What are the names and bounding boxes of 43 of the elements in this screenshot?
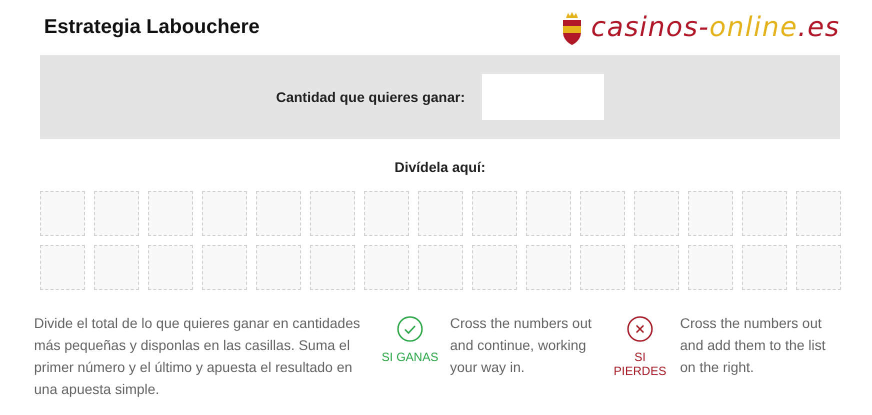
number-input[interactable] <box>202 245 247 290</box>
instructions-text: Divide el total de lo que quieres ganar en cantidades más pequeñas y disponlas en las casillas. Suma el primer número y el último y apuesta el resultado en una apuesta simple. <box>34 314 362 399</box>
split-label: Divídela aquí: <box>394 159 486 175</box>
number-input[interactable] <box>148 191 193 236</box>
number-input[interactable] <box>418 245 463 290</box>
number-input[interactable] <box>742 245 787 290</box>
shield-icon <box>560 10 583 46</box>
number-input[interactable] <box>256 245 301 290</box>
number-input[interactable] <box>472 191 517 236</box>
logo-text: casinos-online.es <box>590 12 840 43</box>
number-input[interactable] <box>688 191 733 236</box>
number-input[interactable] <box>364 191 409 236</box>
number-input[interactable] <box>796 191 841 236</box>
number-input[interactable] <box>742 191 787 236</box>
page-title: Estrategia Labouchere <box>44 16 260 39</box>
number-input[interactable] <box>310 245 355 290</box>
number-input[interactable] <box>94 191 139 236</box>
number-input[interactable] <box>634 245 679 290</box>
number-input[interactable] <box>364 245 409 290</box>
number-input[interactable] <box>526 191 571 236</box>
number-input[interactable] <box>580 191 625 236</box>
number-input[interactable] <box>796 245 841 290</box>
outcome-text: Cross the numbers out and add them to the list on the right. <box>680 314 827 377</box>
number-input[interactable] <box>40 191 85 236</box>
number-input[interactable] <box>310 191 355 236</box>
outcome-text: Cross the numbers out and continue, working your way in. <box>450 314 593 377</box>
number-input[interactable] <box>202 191 247 236</box>
outcome-label: SI GANAS <box>380 350 440 364</box>
number-input[interactable] <box>526 245 571 290</box>
outcome-label: SI PIERDES <box>612 350 668 378</box>
close-icon <box>627 316 653 342</box>
number-input[interactable] <box>40 245 85 290</box>
goal-input[interactable] <box>482 74 604 120</box>
number-input[interactable] <box>472 245 517 290</box>
goal-label: Cantidad que quieres ganar: <box>276 89 466 105</box>
number-input[interactable] <box>634 191 679 236</box>
number-input[interactable] <box>94 245 139 290</box>
number-input[interactable] <box>148 245 193 290</box>
number-input[interactable] <box>688 245 733 290</box>
checkmark-icon <box>397 316 423 342</box>
number-input[interactable] <box>256 191 301 236</box>
number-input[interactable] <box>580 245 625 290</box>
number-input[interactable] <box>418 191 463 236</box>
